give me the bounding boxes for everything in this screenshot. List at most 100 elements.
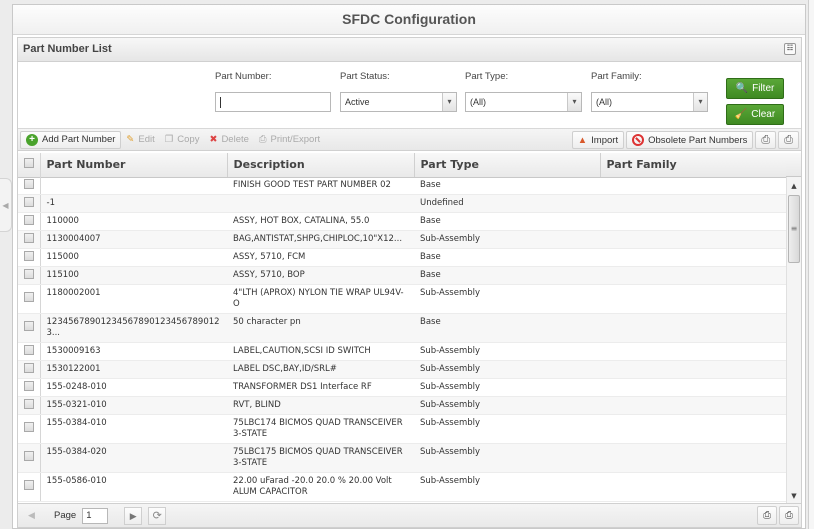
row-checkbox[interactable]: [18, 313, 41, 343]
row-checkbox[interactable]: [18, 396, 41, 415]
printer-icon[interactable]: ⎙: [779, 506, 799, 525]
cell-part-type: Undefined: [414, 194, 600, 213]
row-checkbox[interactable]: [18, 378, 41, 397]
row-checkbox[interactable]: [18, 230, 41, 249]
previous-page-icon[interactable]: ◀: [28, 510, 42, 521]
cell-part-type: Sub-Assembly: [414, 396, 600, 415]
row-checkbox[interactable]: [18, 342, 41, 361]
table-row[interactable]: 155-0384-010 75LBC174 BICMOS QUAD TRANSCE…: [18, 414, 786, 444]
cell-part-family: [600, 414, 786, 444]
part-type-select[interactable]: (All) ▾: [465, 92, 582, 112]
app-title: SFDC Configuration: [13, 5, 805, 35]
column-header-part-type[interactable]: Part Type: [414, 153, 601, 178]
table-row[interactable]: 155-0384-020 75LBC175 BICMOS QUAD TRANSCE…: [18, 443, 786, 473]
table-row[interactable]: 155-0586-010 22.00 uFarad -20.0 20.0 % 20…: [18, 472, 786, 502]
scroll-up-icon[interactable]: ▲: [787, 179, 801, 193]
copy-button[interactable]: ❐ Copy: [160, 131, 205, 149]
edit-button[interactable]: ✎ Edit: [121, 131, 159, 149]
cell-part-family: [600, 378, 786, 397]
scroll-down-icon[interactable]: ▼: [787, 489, 801, 503]
column-header-part-number[interactable]: Part Number: [40, 153, 228, 178]
row-checkbox[interactable]: [18, 360, 41, 379]
cell-part-number: 12345678901234567890123456789012 3...: [40, 313, 227, 343]
cell-part-type: Sub-Assembly: [414, 342, 600, 361]
column-header-part-family[interactable]: Part Family: [600, 153, 787, 178]
cell-part-family: [600, 266, 786, 285]
grid-toolbar: + Add Part Number ✎ Edit ❐ Copy ✖ Delete…: [18, 129, 801, 151]
cell-description: ASSY, 5710, BOP: [227, 266, 414, 285]
table-row[interactable]: FINISH GOOD TEST PART NUMBER 02 Base: [18, 177, 786, 195]
row-checkbox[interactable]: [18, 284, 41, 314]
row-checkbox[interactable]: [18, 472, 41, 502]
select-all-checkbox[interactable]: [18, 153, 41, 178]
cell-part-family: [600, 177, 786, 195]
table-row[interactable]: 12345678901234567890123456789012 3... 50 …: [18, 313, 786, 343]
table-row[interactable]: 155-0248-010 TRANSFORMER DS1 Interface RF…: [18, 378, 786, 397]
table-row[interactable]: 1130004007 BAG,ANTISTAT,SHPG,CHIPLOC,10"X…: [18, 230, 786, 249]
filter-button[interactable]: 🔍 Filter: [726, 78, 784, 99]
cell-part-family: [600, 396, 786, 415]
row-checkbox[interactable]: [18, 194, 41, 213]
cell-description: 75LBC175 BICMOS QUAD TRANSCEIVER 3-STATE: [227, 443, 414, 473]
plus-circle-icon: +: [26, 133, 38, 146]
print-preview-button[interactable]: ⎙: [778, 131, 799, 149]
row-checkbox[interactable]: [18, 212, 41, 231]
app-window: SFDC Configuration Part Number List ☷ Pa…: [12, 4, 806, 529]
part-number-label: Part Number:: [215, 71, 272, 82]
vertical-scrollbar[interactable]: ▲ ≡ ▼: [786, 177, 801, 503]
delete-button[interactable]: ✖ Delete: [204, 131, 253, 149]
collapse-icon[interactable]: ☷: [784, 43, 796, 55]
table-row[interactable]: 1530122001 LABEL DSC,BAY,ID/SRL# Sub-Assem…: [18, 360, 786, 379]
part-number-input[interactable]: [215, 92, 331, 112]
pencil-icon: ✎: [126, 134, 135, 145]
row-checkbox[interactable]: [18, 443, 41, 473]
cell-part-family: [600, 212, 786, 231]
cell-part-number: 155-0586-010: [40, 472, 227, 502]
table-row[interactable]: 155-0321-010 RVT, BLIND Sub-Assembly: [18, 396, 786, 415]
column-header-description[interactable]: Description: [227, 153, 415, 178]
print-button[interactable]: ⎙: [755, 131, 777, 149]
side-panel-toggle[interactable]: ◀: [0, 178, 12, 232]
table-row[interactable]: 1530009163 LABEL,CAUTION,SCSI ID SWITCH Su…: [18, 342, 786, 361]
cell-part-type: Sub-Assembly: [414, 443, 600, 473]
part-family-label: Part Family:: [591, 71, 642, 82]
cell-part-number: 155-0248-010: [40, 378, 227, 397]
chevron-down-icon: ▾: [442, 93, 456, 111]
cell-description: RVT, BLIND: [227, 396, 414, 415]
cell-part-family: [600, 284, 786, 314]
scroll-thumb[interactable]: ≡: [788, 195, 800, 263]
clear-button[interactable]: 🧹 Clear: [726, 104, 784, 125]
table-row[interactable]: -1 Undefined: [18, 194, 786, 213]
import-button[interactable]: ▲ Import: [571, 131, 625, 149]
next-page-button[interactable]: ▶: [124, 506, 143, 525]
table-row[interactable]: 115100 ASSY, 5710, BOP Base: [18, 266, 786, 285]
cell-part-type: Sub-Assembly: [414, 230, 600, 249]
cell-part-type: Base: [414, 266, 600, 285]
import-icon: ▲: [577, 134, 588, 146]
table-row[interactable]: 110000 ASSY, HOT BOX, CATALINA, 55.0 Base: [18, 212, 786, 231]
row-checkbox[interactable]: [18, 248, 41, 267]
printer-icon[interactable]: ⎙: [757, 506, 777, 525]
part-status-select[interactable]: Active ▾: [340, 92, 457, 112]
print-export-button[interactable]: ⎙ Print/Export: [254, 131, 325, 149]
part-type-label: Part Type:: [465, 71, 509, 82]
row-checkbox[interactable]: [18, 177, 41, 195]
table-row[interactable]: 115000 ASSY, 5710, FCM Base: [18, 248, 786, 267]
cell-part-type: Sub-Assembly: [414, 472, 600, 502]
table-row[interactable]: 1180002001 4"LTH (APROX) NYLON TIE WRAP U…: [18, 284, 786, 314]
cell-part-number: 115100: [40, 266, 227, 285]
part-family-select[interactable]: (All) ▾: [591, 92, 708, 112]
cell-part-number: -1: [40, 194, 227, 213]
refresh-icon[interactable]: ⟳: [148, 506, 167, 525]
cell-part-family: [600, 230, 786, 249]
row-checkbox[interactable]: [18, 266, 41, 285]
printer-icon: ⎙: [258, 134, 267, 145]
obsolete-part-numbers-button[interactable]: Obsolete Part Numbers: [626, 131, 754, 149]
add-part-number-button[interactable]: + Add Part Number: [20, 130, 122, 149]
page-input[interactable]: 1: [82, 507, 109, 524]
page-label: Page: [54, 510, 77, 521]
row-checkbox[interactable]: [18, 414, 41, 444]
panel-header: Part Number List ☷: [18, 38, 801, 62]
cell-part-family: [600, 248, 786, 267]
cell-part-number: 1180002001: [40, 284, 227, 314]
